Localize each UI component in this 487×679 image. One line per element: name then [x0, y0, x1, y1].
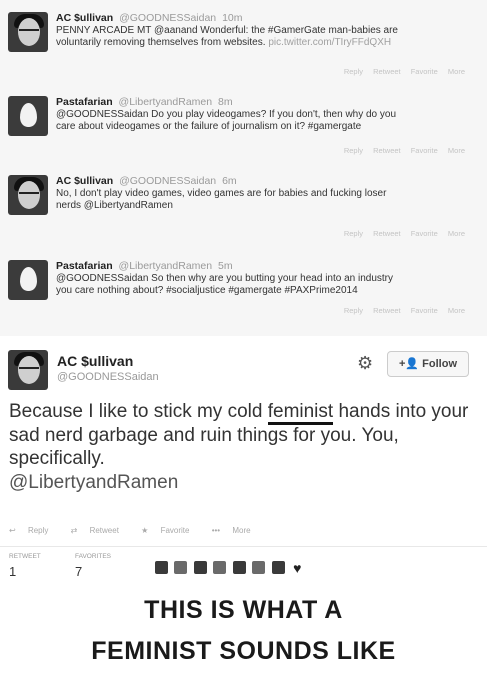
tweet-text: @GOODNESSaidan So then why are you butti…	[56, 273, 394, 296]
add-user-icon: +👤	[398, 358, 420, 370]
retweet-button[interactable]: Retweet	[373, 67, 401, 76]
favorite-button[interactable]: Favorite	[411, 229, 438, 238]
tweet-body: Because I like to stick my cold feminist…	[9, 401, 469, 493]
tweet-timestamp[interactable]: 10m	[222, 12, 242, 24]
tweet-item[interactable]: Pastafarian @LibertyandRamen 5m @GOODNES…	[0, 248, 487, 337]
tweet-actions: Reply Retweet Favorite More	[336, 67, 465, 76]
tweet-actions: Reply Retweet Favorite More	[336, 306, 465, 315]
more-button[interactable]: More	[448, 229, 465, 238]
reply-button[interactable]: Reply	[344, 306, 363, 315]
tweet-author-handle[interactable]: @LibertyandRamen	[119, 96, 213, 108]
tweet-timestamp[interactable]: 6m	[222, 175, 237, 187]
avatar[interactable]	[8, 260, 48, 300]
meme-caption-line-1: THIS IS WHAT A	[144, 596, 343, 624]
retweet-button[interactable]: Retweet	[373, 229, 401, 238]
gear-icon[interactable]: ⚙	[357, 353, 373, 374]
avatar[interactable]	[8, 96, 48, 136]
tweet-author-name[interactable]: Pastafarian	[56, 96, 113, 108]
avatar[interactable]	[232, 561, 246, 575]
tweet-stats: RETWEET 1 FAVORITES 7 ♥	[0, 546, 487, 579]
avatar[interactable]	[8, 12, 48, 52]
conversation-feed: AC $ullivan @GOODNESSaidan 10m PENNY ARC…	[0, 0, 487, 337]
favoriters-avatars: ♥	[155, 559, 301, 577]
tweet-actions: Reply Retweet Favorite More	[336, 229, 465, 238]
tweet-item[interactable]: AC $ullivan @GOODNESSaidan 10m PENNY ARC…	[0, 0, 487, 85]
retweet-icon: ⇄	[70, 526, 80, 535]
more-button[interactable]: More	[448, 67, 465, 76]
avatar[interactable]	[213, 561, 227, 575]
favorite-button[interactable]: Favorite	[411, 146, 438, 155]
meme-caption-line-2: FEMINIST SOUNDS LIKE	[91, 637, 396, 665]
more-button[interactable]: ••• More	[212, 526, 261, 535]
follow-button[interactable]: +👤 Follow	[387, 351, 469, 377]
highlighted-word: feminist	[267, 401, 334, 425]
avatar[interactable]	[8, 350, 48, 390]
tweet-actions: Reply Retweet Favorite More	[336, 146, 465, 155]
follow-label: Follow	[422, 358, 457, 370]
more-icon: •••	[211, 526, 223, 535]
tweet-text: No, I don't play video games, video game…	[56, 188, 387, 211]
tweet-text: PENNY ARCADE MT @aanand Wonderful: the #…	[56, 25, 398, 48]
mention-link[interactable]: @LibertyandRamen	[9, 472, 178, 493]
reply-button[interactable]: Reply	[344, 229, 363, 238]
reply-button[interactable]: Reply	[344, 146, 363, 155]
avatar[interactable]	[271, 561, 285, 575]
author-name[interactable]: AC $ullivan	[57, 353, 133, 369]
avatar[interactable]	[193, 561, 207, 575]
favorite-button[interactable]: ★ Favorite	[141, 526, 199, 535]
tweet-timestamp[interactable]: 8m	[218, 96, 233, 108]
avatar[interactable]	[155, 561, 168, 575]
tweet-author-name[interactable]: Pastafarian	[56, 260, 113, 272]
tweet-author-handle[interactable]: @GOODNESSaidan	[119, 12, 216, 24]
retweet-button[interactable]: ⇄ Retweet	[71, 526, 129, 535]
more-button[interactable]: More	[448, 306, 465, 315]
tweet-author-handle[interactable]: @GOODNESSaidan	[119, 175, 216, 187]
avatar[interactable]	[174, 561, 188, 575]
favorite-button[interactable]: Favorite	[411, 306, 438, 315]
reply-button[interactable]: Reply	[344, 67, 363, 76]
reply-icon: ↩	[9, 526, 18, 535]
expanded-tweet: AC $ullivan @GOODNESSaidan ⚙ +👤 Follow B…	[0, 336, 487, 581]
tweet-author-name[interactable]: AC $ullivan	[56, 175, 113, 187]
tweet-timestamp[interactable]: 5m	[218, 260, 233, 272]
tweet-link[interactable]: pic.twitter.com/TIryFFdQXH	[268, 37, 391, 48]
reply-button[interactable]: ↩ Reply	[9, 526, 58, 535]
retweet-count[interactable]: RETWEET 1	[9, 553, 41, 579]
retweet-button[interactable]: Retweet	[373, 306, 401, 315]
tweet-item[interactable]: Pastafarian @LibertyandRamen 8m @GOODNES…	[0, 84, 487, 164]
author-handle[interactable]: @GOODNESSaidan	[57, 371, 159, 383]
tweet-text: @GOODNESSaidan Do you play videogames? I…	[56, 109, 397, 132]
tweet-action-bar: ↩ Reply ⇄ Retweet ★ Favorite ••• More	[9, 526, 271, 535]
heart-icon: ♥	[293, 559, 302, 576]
more-button[interactable]: More	[448, 146, 465, 155]
favorite-button[interactable]: Favorite	[411, 67, 438, 76]
star-icon: ★	[141, 526, 151, 535]
tweet-author-handle[interactable]: @LibertyandRamen	[119, 260, 213, 272]
tweet-author-name[interactable]: AC $ullivan	[56, 12, 113, 24]
favorite-count[interactable]: FAVORITES 7	[75, 553, 111, 579]
avatar[interactable]	[8, 175, 48, 215]
avatar[interactable]	[252, 561, 266, 575]
tweet-item[interactable]: AC $ullivan @GOODNESSaidan 6m No, I don'…	[0, 163, 487, 249]
retweet-button[interactable]: Retweet	[373, 146, 401, 155]
